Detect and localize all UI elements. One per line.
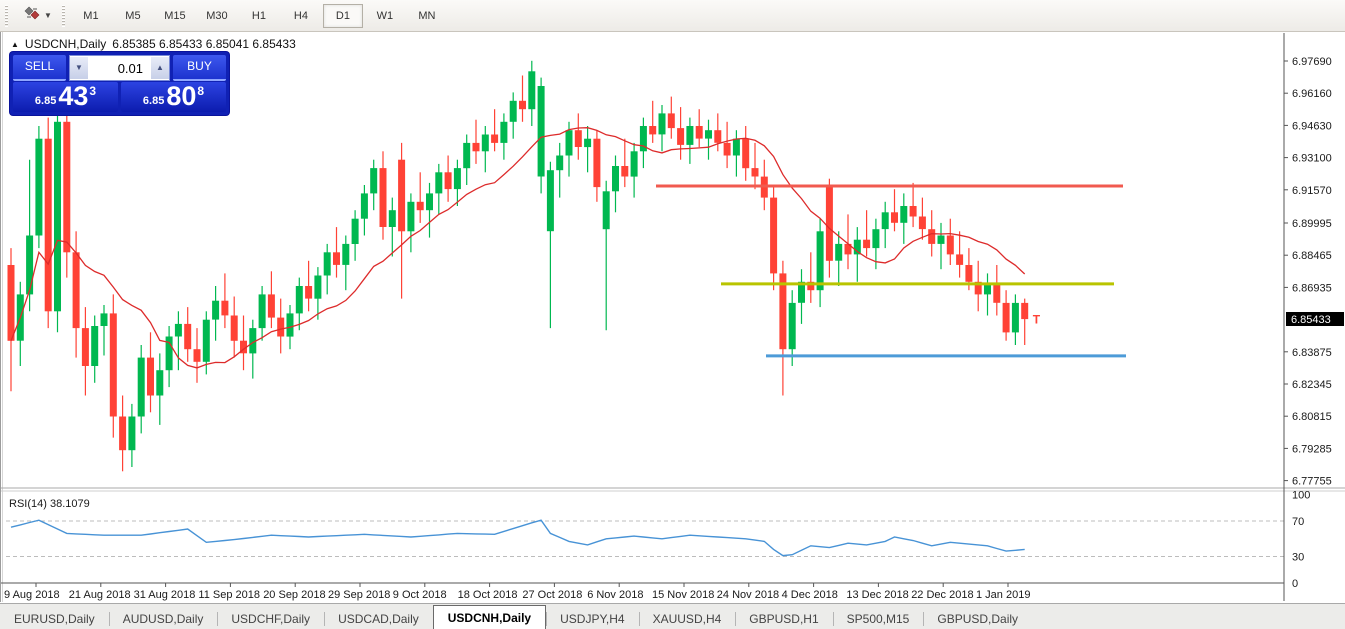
svg-text:6 Nov 2018: 6 Nov 2018 (587, 589, 643, 601)
svg-text:15 Nov 2018: 15 Nov 2018 (652, 589, 714, 601)
svg-text:27 Oct 2018: 27 Oct 2018 (522, 589, 582, 601)
timeframe-button-m30[interactable]: M30 (197, 4, 237, 28)
svg-text:18 Oct 2018: 18 Oct 2018 (458, 589, 518, 601)
collapse-icon[interactable]: ▲ (11, 40, 19, 49)
svg-text:6.97690: 6.97690 (1292, 56, 1332, 68)
svg-text:21 Aug 2018: 21 Aug 2018 (69, 589, 131, 601)
chart-window[interactable]: T 6.97690 6.96160 6.94630 6.93100 6.91570 6.89… (0, 32, 1345, 602)
rsi-line (11, 520, 1025, 555)
timeframe-button-mn[interactable]: MN (407, 4, 447, 28)
svg-text:22 Dec 2018: 22 Dec 2018 (911, 589, 973, 601)
svg-text:30: 30 (1292, 552, 1304, 564)
chart-tab-sp500-m15[interactable]: SP500,M15 (833, 608, 924, 629)
toolbar-separator (61, 5, 66, 27)
buy-button[interactable]: BUY (173, 55, 226, 81)
timeframe-button-h1[interactable]: H1 (239, 4, 279, 28)
chart-tab-usdjpy-h4[interactable]: USDJPY,H4 (546, 608, 638, 629)
svg-text:6.93100: 6.93100 (1292, 153, 1332, 165)
buy-price[interactable]: 6.85 80 8 (121, 82, 226, 112)
price-chart[interactable]: T 6.97690 6.96160 6.94630 6.93100 6.91570 6.89… (1, 32, 1345, 602)
volume-decrease-button[interactable]: ▼ (70, 57, 88, 79)
chart-tab-usdcnh-daily[interactable]: USDCNH,Daily (433, 605, 546, 629)
svg-text:31 Aug 2018: 31 Aug 2018 (134, 589, 196, 601)
one-click-trading-panel: SELL ▼ 0.01 ▲ BUY 6.85 43 3 6.85 80 8 (10, 52, 229, 115)
mt4-terminal: ▼ M1M5M15M30H1H4D1W1MN T6.976906.961606.… (0, 0, 1345, 629)
svg-text:11 Sep 2018: 11 Sep 2018 (198, 589, 260, 601)
rsi-axis: 100 70 30 0 (1292, 490, 1310, 591)
sell-price-pips: 43 (58, 83, 88, 110)
timeframe-button-d1[interactable]: D1 (323, 4, 363, 28)
buy-price-point: 8 (197, 84, 204, 98)
svg-text:0: 0 (1292, 578, 1298, 590)
volume-input[interactable]: 0.01 (88, 61, 151, 76)
sell-price-point: 3 (89, 84, 96, 98)
svg-text:6.91570: 6.91570 (1292, 185, 1332, 197)
buy-price-pips: 80 (166, 83, 196, 110)
svg-text:1 Jan 2019: 1 Jan 2019 (976, 589, 1030, 601)
svg-text:6.96160: 6.96160 (1292, 88, 1332, 100)
price-axis: 6.97690 6.96160 6.94630 6.93100 6.91570 6.899… (1284, 56, 1332, 488)
svg-text:9 Aug 2018: 9 Aug 2018 (4, 589, 60, 601)
svg-text:6.80815: 6.80815 (1292, 411, 1332, 423)
svg-text:100: 100 (1292, 490, 1310, 502)
svg-text:6.89995: 6.89995 (1292, 218, 1332, 230)
timeframe-buttons: M1M5M15M30H1H4D1W1MN (70, 4, 448, 28)
trade-marker[interactable]: T (1033, 313, 1041, 327)
timeframe-button-h4[interactable]: H4 (281, 4, 321, 28)
svg-text:24 Nov 2018: 24 Nov 2018 (717, 589, 779, 601)
svg-text:4 Dec 2018: 4 Dec 2018 (782, 589, 838, 601)
timeframe-toolbar: ▼ M1M5M15M30H1H4D1W1MN (0, 0, 1345, 32)
volume-stepper: ▼ 0.01 ▲ (69, 55, 170, 81)
svg-text:6.86935: 6.86935 (1292, 282, 1332, 294)
chart-tab-gbpusd-h1[interactable]: GBPUSD,H1 (735, 608, 832, 629)
sell-button[interactable]: SELL (13, 55, 66, 81)
candlesticks (8, 61, 1029, 472)
volume-increase-button[interactable]: ▲ (151, 57, 169, 79)
sell-price[interactable]: 6.85 43 3 (13, 82, 118, 112)
svg-text:29 Sep 2018: 29 Sep 2018 (328, 589, 390, 601)
time-axis: 9 Aug 2018 21 Aug 201831 Aug 201811 Sep 2… (4, 583, 1030, 601)
svg-text:70: 70 (1292, 516, 1304, 528)
svg-text:6.82345: 6.82345 (1292, 379, 1332, 391)
rsi-pane (6, 521, 1284, 557)
chart-tab-bar: EURUSD,DailyAUDUSD,DailyUSDCHF,DailyUSDC… (0, 603, 1345, 629)
chart-tab-eurusd-daily[interactable]: EURUSD,Daily (0, 608, 109, 629)
chart-tab-usdcad-daily[interactable]: USDCAD,Daily (324, 608, 433, 629)
chart-tab-xauusd-h4[interactable]: XAUUSD,H4 (639, 608, 736, 629)
svg-text:6.79285: 6.79285 (1292, 443, 1332, 455)
toolbar-grip[interactable] (4, 5, 9, 27)
timeframe-button-m1[interactable]: M1 (71, 4, 111, 28)
current-price-value: 6.85433 (1291, 314, 1331, 326)
chart-tab-gbpusd-daily[interactable]: GBPUSD,Daily (923, 608, 1032, 629)
svg-text:6.77755: 6.77755 (1292, 476, 1332, 488)
timeframe-button-m15[interactable]: M15 (155, 4, 195, 28)
svg-text:6.94630: 6.94630 (1292, 120, 1332, 132)
buy-price-prefix: 6.85 (143, 95, 164, 107)
chart-ohlc-quote: 6.85385 6.85433 6.85041 6.85433 (112, 37, 296, 51)
svg-text:20 Sep 2018: 20 Sep 2018 (263, 589, 325, 601)
timeframe-button-w1[interactable]: W1 (365, 4, 405, 28)
chart-symbol-label: USDCNH,Daily (25, 37, 106, 51)
chart-tab-audusd-daily[interactable]: AUDUSD,Daily (109, 608, 218, 629)
svg-text:13 Dec 2018: 13 Dec 2018 (846, 589, 908, 601)
rsi-indicator-label: RSI(14) 38.1079 (9, 498, 90, 510)
chevron-down-icon[interactable]: ▼ (44, 11, 52, 20)
sell-price-prefix: 6.85 (35, 95, 56, 107)
indicators-icon (24, 5, 40, 26)
svg-text:6.88465: 6.88465 (1292, 250, 1332, 262)
chart-title: ▲ USDCNH,Daily 6.85385 6.85433 6.85041 6… (11, 37, 296, 51)
svg-text:9 Oct 2018: 9 Oct 2018 (393, 589, 447, 601)
timeframe-button-m5[interactable]: M5 (113, 4, 153, 28)
indicators-button[interactable]: ▼ (19, 3, 57, 28)
svg-text:6.83875: 6.83875 (1292, 347, 1332, 359)
chart-tab-usdchf-daily[interactable]: USDCHF,Daily (217, 608, 324, 629)
